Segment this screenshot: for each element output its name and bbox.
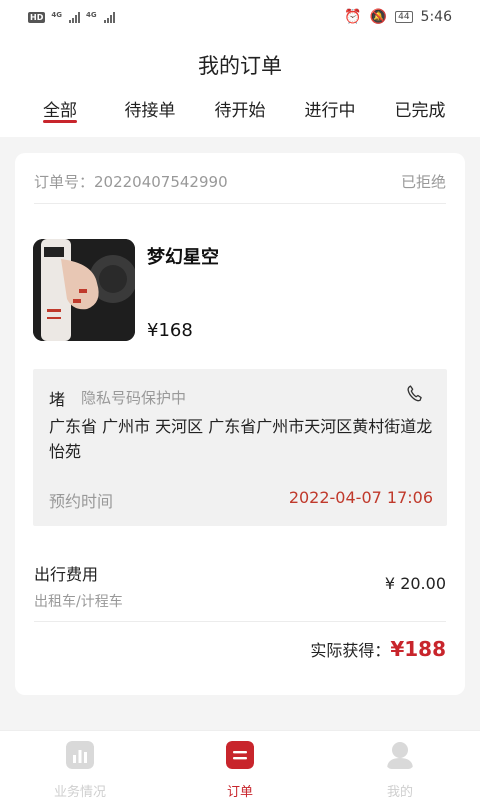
mute-icon: 🔕 [369,9,388,25]
status-left: HD 4G 4G [28,11,115,23]
tab-pending-start[interactable]: 待开始 [215,96,266,121]
order-card[interactable]: 订单号：20220407542990 已拒绝 梦幻星空 ¥168 堵 隐私号码保… [15,153,465,695]
bottom-nav: 业务情况 订单 我的 [0,730,480,800]
tab-label: 全部 [43,101,77,121]
tab-label: 进行中 [304,101,356,121]
network-type-2: 4G [85,11,97,19]
address-text: 广东省 广州市 天河区 广东省广州市天河区黄村街道龙怡苑 [49,417,433,461]
earnings-value: ¥188 [390,637,446,661]
user-icon [387,742,413,769]
fee-label: 出行费用 [34,565,99,584]
signal-icon [68,11,80,23]
earnings-label: 实际获得： [310,641,391,660]
tab-pending-accept[interactable]: 待接单 [125,96,176,121]
address-box: 堵 隐私号码保护中 广东省 广州市 天河区 广东省广州市天河区黄村街道龙怡苑 预… [33,369,447,526]
order-header: 订单号：20220407542990 已拒绝 [34,171,446,192]
tab-all[interactable]: 全部 [43,96,77,123]
fee-amount: ¥ 20.00 [384,574,446,593]
order-tabs: 全部 待接单 待开始 进行中 已完成 [0,96,480,126]
tab-label: 待接单 [124,101,176,121]
order-number: 订单号：20220407542990 [34,173,228,191]
tab-in-progress[interactable]: 进行中 [305,96,356,121]
fee-type: 出租车/计程车 [34,594,123,610]
divider [34,621,446,622]
order-status: 已拒绝 [400,173,446,191]
page-title: 我的订单 [198,54,282,78]
order-icon [226,741,254,769]
divider [34,203,446,204]
network-type-1: 4G [51,11,62,19]
contact-name: 堵 [49,390,66,409]
chart-icon [66,741,94,769]
nav-orders[interactable]: 订单 [180,741,300,800]
nav-label: 我的 [386,785,413,800]
appointment-label: 预约时间 [49,492,114,511]
alarm-icon: ⏰ [344,9,362,25]
product-name: 梦幻星空 [147,247,219,268]
header: 我的订单 全部 待接单 待开始 进行中 已完成 [0,34,480,137]
product-image[interactable] [33,239,135,341]
battery-icon: 44 [395,11,413,23]
product-price: ¥168 [147,320,193,341]
status-bar: HD 4G 4G ⏰ 🔕 44 5:46 [0,0,480,34]
tab-completed[interactable]: 已完成 [395,96,446,121]
clock: 5:46 [420,9,452,25]
nav-business[interactable]: 业务情况 [20,741,140,800]
hd-badge: HD [28,11,46,23]
actual-earnings: 实际获得： ¥188 [310,637,446,661]
privacy-note: 隐私号码保护中 [81,389,187,407]
signal-icon-2 [103,11,115,23]
active-tab-indicator [43,120,77,123]
nav-label: 业务情况 [53,785,106,800]
nav-mine[interactable]: 我的 [340,741,460,800]
tab-label: 待开始 [214,101,266,121]
appointment-time: 2022-04-07 17:06 [288,488,433,507]
nav-label: 订单 [226,785,253,800]
tab-label: 已完成 [394,101,446,121]
status-right: ⏰ 🔕 44 5:46 [344,9,452,25]
phone-icon[interactable] [405,384,425,404]
